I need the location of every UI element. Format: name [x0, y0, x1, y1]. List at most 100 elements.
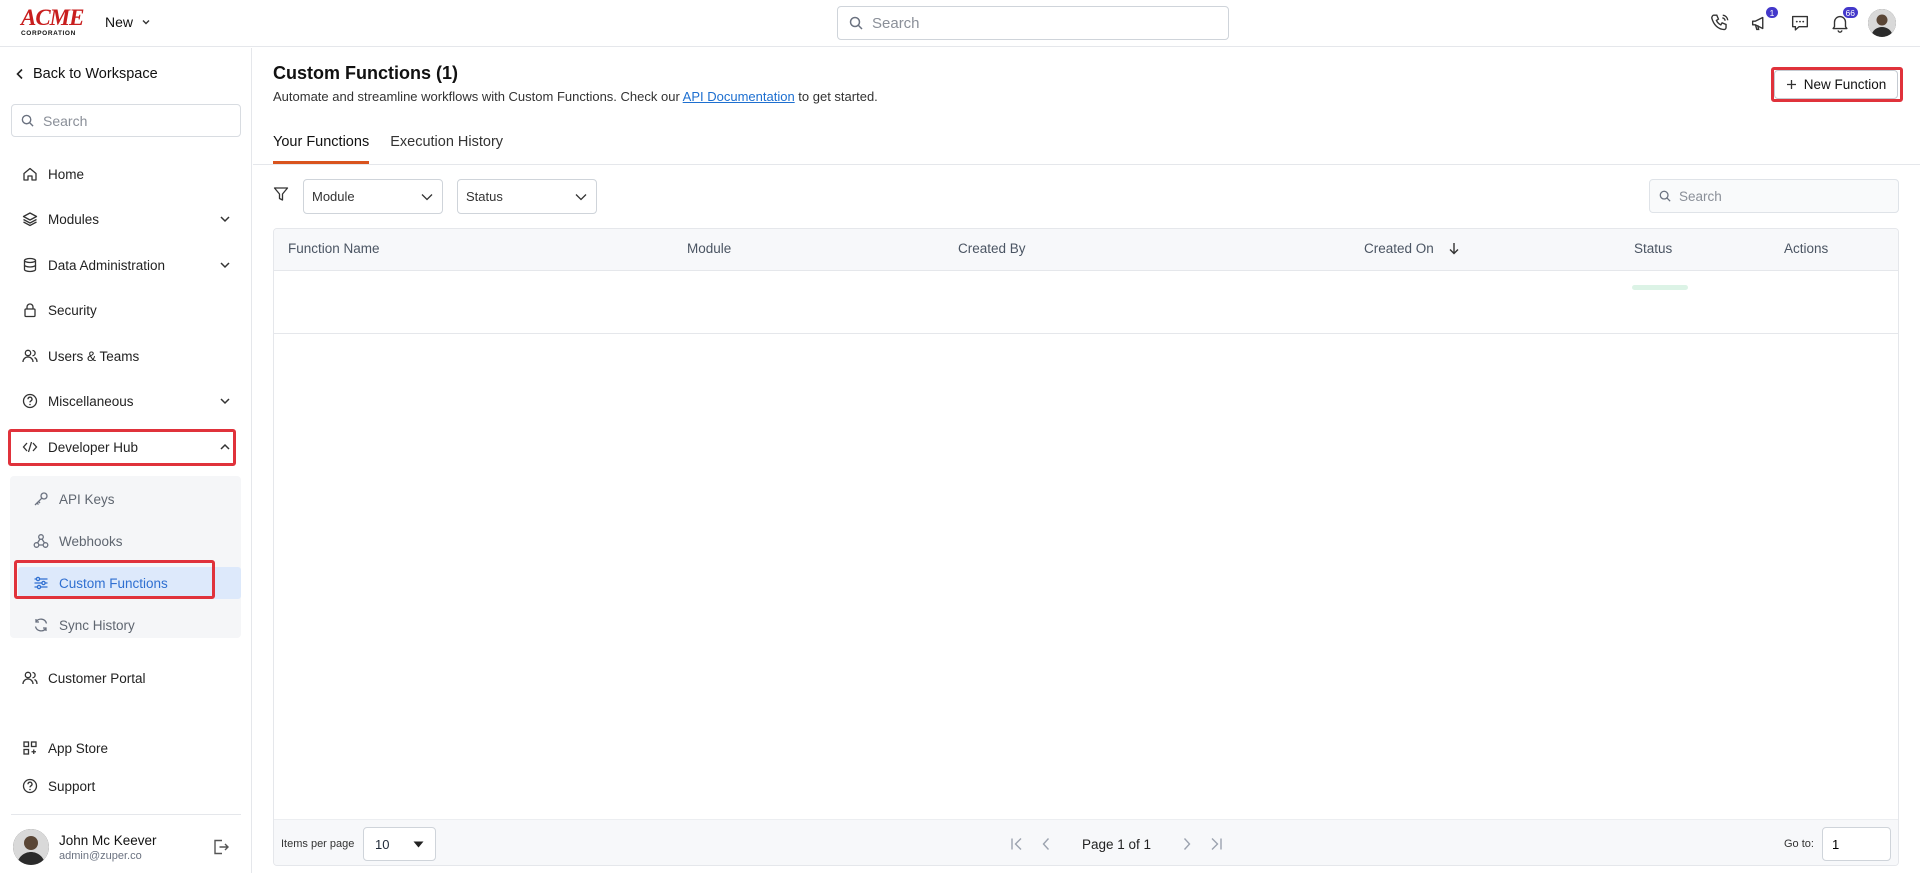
- layers-icon: [22, 211, 38, 227]
- last-page-icon[interactable]: [1201, 834, 1229, 854]
- pagination-bar: Items per page 10 Page 1 of 1 Go to: 1: [274, 819, 1898, 865]
- prev-page-icon[interactable]: [1032, 834, 1060, 854]
- sidebar-item-modules[interactable]: Modules: [10, 203, 240, 235]
- chevron-up-icon: [218, 440, 232, 454]
- column-module[interactable]: Module: [687, 241, 731, 256]
- sidebar-item-label: Data Administration: [48, 257, 166, 273]
- first-page-icon[interactable]: [1004, 834, 1032, 854]
- header-actions: 1 66: [1708, 6, 1896, 37]
- sidebar-item-label: Support: [48, 778, 96, 794]
- column-status[interactable]: Status: [1634, 241, 1672, 256]
- user-avatar[interactable]: [1868, 9, 1896, 37]
- back-label: Back to Workspace: [33, 66, 158, 82]
- column-function-name[interactable]: Function Name: [288, 241, 380, 256]
- arrow-down-icon[interactable]: [1448, 242, 1460, 255]
- user-name: John Mc Keever: [59, 832, 157, 848]
- users-icon: [22, 348, 38, 364]
- bell-icon[interactable]: 66: [1828, 6, 1859, 35]
- sidebar-item-miscellaneous[interactable]: Miscellaneous: [10, 385, 240, 417]
- megaphone-icon[interactable]: 1: [1748, 6, 1779, 35]
- description-suffix: to get started.: [794, 89, 878, 104]
- phone-icon[interactable]: [1708, 11, 1732, 35]
- logo-subtext: CORPORATION: [21, 30, 76, 37]
- global-search-input[interactable]: [872, 14, 1192, 32]
- table-row[interactable]: [274, 271, 1898, 334]
- column-created-by[interactable]: Created By: [958, 241, 1026, 256]
- chevron-left-icon: [15, 68, 25, 80]
- sidebar-item-webhooks[interactable]: Webhooks: [18, 525, 241, 557]
- sidebar-item-data-administration[interactable]: Data Administration: [10, 249, 240, 281]
- page-description: Automate and streamline workflows with C…: [273, 89, 878, 104]
- search-icon: [849, 16, 863, 30]
- column-created-on[interactable]: Created On: [1364, 241, 1460, 256]
- filter-icon[interactable]: [273, 186, 289, 202]
- sidebar-item-security[interactable]: Security: [10, 294, 240, 326]
- status-filter-dropdown[interactable]: Status: [457, 179, 597, 214]
- sidebar-item-users-teams[interactable]: Users & Teams: [10, 340, 240, 372]
- goto-page-input[interactable]: [1822, 827, 1891, 861]
- sidebar-search-input[interactable]: [43, 112, 223, 129]
- sidebar-item-label: App Store: [48, 740, 109, 756]
- code-icon: [22, 439, 38, 455]
- home-icon: [22, 166, 38, 182]
- tab-your-functions[interactable]: Your Functions: [273, 134, 370, 164]
- api-documentation-link[interactable]: API Documentation: [683, 89, 795, 104]
- sidebar-item-label: Home: [48, 166, 85, 182]
- sidebar-item-developer-hub[interactable]: Developer Hub: [10, 431, 240, 463]
- new-menu-button[interactable]: New: [105, 14, 151, 30]
- sidebar-item-home[interactable]: Home: [10, 158, 240, 190]
- table-header: Function Name Module Created By Created …: [274, 229, 1898, 271]
- database-icon: [22, 257, 38, 273]
- sidebar-item-sync-history[interactable]: Sync History: [18, 609, 241, 641]
- sidebar-item-label: Sync History: [59, 617, 135, 633]
- chat-icon[interactable]: [1788, 11, 1812, 35]
- sidebar-item-label: Custom Functions: [59, 575, 168, 591]
- page-title: Custom Functions (1): [273, 63, 458, 83]
- back-to-workspace-link[interactable]: Back to Workspace: [15, 66, 158, 82]
- acme-logo[interactable]: ACME CORPORATION: [21, 5, 85, 37]
- sidebar-item-label: Miscellaneous: [48, 393, 134, 409]
- announcements-badge: 1: [1765, 6, 1779, 19]
- search-icon: [1659, 190, 1671, 202]
- help-circle-icon: [22, 393, 38, 409]
- sidebar-item-api-keys[interactable]: API Keys: [18, 483, 241, 515]
- sidebar-search[interactable]: [11, 104, 241, 137]
- logout-icon[interactable]: [212, 838, 230, 856]
- global-search[interactable]: [837, 6, 1229, 40]
- user-email: admin@zuper.co: [59, 849, 142, 862]
- table-search-input[interactable]: [1679, 188, 1879, 204]
- page-indicator: Page 1 of 1: [1082, 836, 1152, 852]
- items-per-page-select[interactable]: 10: [363, 827, 436, 861]
- sidebar: Back to Workspace Home Modules Data Admi…: [0, 48, 252, 873]
- developer-hub-submenu: API Keys Webhooks Custom Functions Sync …: [10, 476, 241, 638]
- sidebar-item-customer-portal[interactable]: Customer Portal: [10, 662, 240, 694]
- items-per-page-value: 10: [375, 836, 390, 852]
- sidebar-item-label: Security: [48, 302, 97, 318]
- chevron-down-icon: [420, 190, 434, 204]
- module-filter-dropdown[interactable]: Module: [303, 179, 443, 214]
- next-page-icon[interactable]: [1173, 834, 1201, 854]
- search-icon: [21, 114, 34, 127]
- items-per-page-label: Items per page: [281, 838, 355, 850]
- user-profile[interactable]: John Mc Keever admin@zuper.co: [13, 829, 157, 865]
- new-function-button[interactable]: New Function: [1774, 70, 1898, 99]
- column-created-on-label: Created On: [1364, 241, 1434, 256]
- sidebar-item-label: Customer Portal: [48, 670, 146, 686]
- new-function-label: New Function: [1803, 77, 1887, 92]
- sidebar-item-app-store[interactable]: App Store: [10, 732, 240, 764]
- users-icon: [22, 670, 38, 686]
- pager: Page 1 of 1: [1004, 834, 1229, 854]
- chevron-down-icon: [141, 17, 151, 27]
- logo-text: ACME: [21, 5, 84, 30]
- sidebar-item-custom-functions[interactable]: Custom Functions: [18, 567, 241, 599]
- chevron-down-icon: [218, 212, 232, 226]
- main-content: Custom Functions (1) Automate and stream…: [253, 48, 1920, 873]
- table-search[interactable]: [1649, 179, 1899, 213]
- webhook-icon: [33, 533, 49, 549]
- sidebar-item-support[interactable]: Support: [10, 770, 240, 802]
- tab-execution-history[interactable]: Execution History: [390, 134, 503, 164]
- lock-icon: [22, 302, 38, 318]
- tab-bar: Your Functions Execution History: [273, 134, 524, 164]
- plus-icon: [1786, 79, 1797, 90]
- sidebar-item-label: Modules: [48, 211, 100, 227]
